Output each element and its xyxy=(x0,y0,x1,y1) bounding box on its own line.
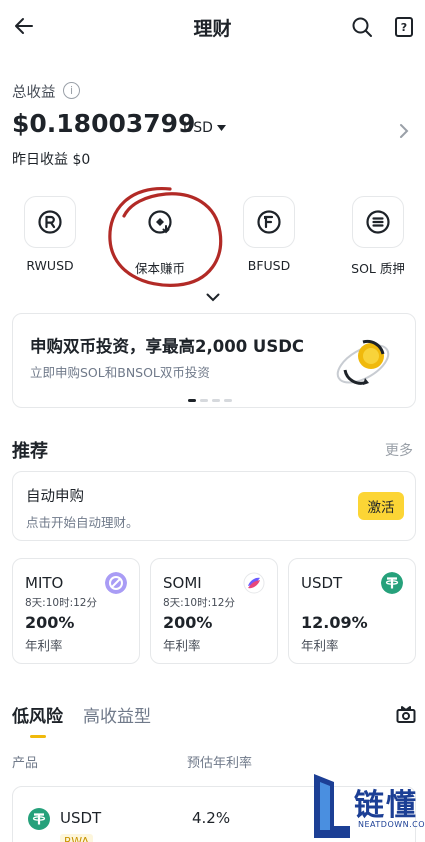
product-name: USDT xyxy=(301,574,343,592)
tab-label: 低风险 xyxy=(12,707,63,727)
dual-coin-icon xyxy=(336,339,390,385)
watermark-brand: 链懂 xyxy=(354,788,418,823)
currency-label: USD xyxy=(183,120,213,136)
auto-subscribe-desc: 点击开始自动理财。 xyxy=(26,515,139,530)
info-icon[interactable]: i xyxy=(63,82,80,99)
row-rate: 4.2% xyxy=(192,809,231,827)
help-doc-icon: ? xyxy=(395,17,413,37)
watermark-logo-icon xyxy=(314,774,350,838)
gift-button[interactable] xyxy=(392,700,420,726)
sol-icon-box xyxy=(352,196,404,248)
search-button[interactable] xyxy=(348,13,376,41)
mito-coin-icon xyxy=(105,572,127,594)
product-rate: 200% xyxy=(163,613,213,632)
promo-banner[interactable]: 申购双币投资，享最高2,000 USDC 立即申购SOL和BNSOL双币投资 xyxy=(12,313,416,408)
tab-active-indicator xyxy=(30,735,46,738)
total-earnings-value: $0.18003799 xyxy=(12,109,196,138)
product-rate: 12.09% xyxy=(301,613,368,632)
somi-coin-icon xyxy=(243,572,265,594)
bfusd-icon-box xyxy=(243,196,295,248)
quick-action-label: SOL 质押 xyxy=(351,261,405,276)
sol-staking-icon xyxy=(366,210,390,234)
yesterday-earnings: 昨日收益 $0 xyxy=(12,152,91,168)
product-rate-label: 年利率 xyxy=(25,638,63,653)
red-circle-annotation xyxy=(108,187,223,287)
column-product: 产品 xyxy=(12,756,39,771)
more-link[interactable]: 更多 xyxy=(385,440,413,460)
row-product-name: USDT xyxy=(60,809,102,827)
usdt-coin-icon xyxy=(28,808,50,830)
product-name: SOMI xyxy=(163,574,202,592)
chevron-down-icon xyxy=(206,293,220,301)
carousel-indicator xyxy=(188,399,232,402)
product-countdown: 8天:10时:12分 xyxy=(163,597,235,609)
auto-subscribe-title: 自动申购 xyxy=(26,489,84,505)
product-card-somi[interactable]: SOMI 8天:10时:12分 200% 年利率 xyxy=(150,558,278,664)
product-rate-label: 年利率 xyxy=(301,638,339,653)
search-icon xyxy=(352,17,372,37)
product-card-usdt[interactable]: USDT 12.09% 年利率 xyxy=(288,558,416,664)
activate-button[interactable]: 激活 xyxy=(358,492,404,520)
carousel-dot xyxy=(224,399,232,402)
rwusd-icon-box xyxy=(24,196,76,248)
total-earnings-label: 总收益 xyxy=(12,85,56,101)
product-countdown: 8天:10时:12分 xyxy=(25,597,97,609)
recommend-title: 推荐 xyxy=(12,441,48,462)
quick-action-bfusd[interactable]: BFUSD xyxy=(229,196,309,273)
currency-selector[interactable]: USD xyxy=(183,120,226,136)
watermark: 链懂 NEATDOWN.COM xyxy=(308,770,425,842)
product-name: MITO xyxy=(25,574,64,592)
quick-action-label: RWUSD xyxy=(26,258,74,273)
summary-detail-button[interactable] xyxy=(394,120,414,142)
tab-high-yield[interactable]: 高收益型 xyxy=(83,702,151,727)
product-rate-label: 年利率 xyxy=(163,638,201,653)
banner-subtitle: 立即申购SOL和BNSOL双币投资 xyxy=(30,365,210,380)
row-rwa-tag: RWA xyxy=(60,834,93,842)
chevron-right-icon xyxy=(400,124,409,138)
tab-low-risk[interactable]: 低风险 xyxy=(12,702,63,738)
carousel-dot xyxy=(200,399,208,402)
quick-action-label: BFUSD xyxy=(247,258,291,273)
product-rate: 200% xyxy=(25,613,75,632)
product-card-mito[interactable]: MITO 8天:10时:12分 200% 年利率 xyxy=(12,558,140,664)
bfusd-icon xyxy=(257,210,281,234)
quick-action-rwusd[interactable]: RWUSD xyxy=(10,196,90,273)
carousel-dot-active xyxy=(188,399,196,402)
rwusd-icon xyxy=(38,210,62,234)
banner-title: 申购双币投资，享最高2,000 USDC xyxy=(30,337,305,356)
column-estimated-apr: 预估年利率 xyxy=(187,756,253,771)
usdt-coin-icon xyxy=(381,572,403,594)
gift-box-icon xyxy=(396,706,416,723)
auto-subscribe-card[interactable]: 自动申购 点击开始自动理财。 激活 xyxy=(12,471,416,541)
carousel-dot xyxy=(212,399,220,402)
expand-actions-button[interactable] xyxy=(202,288,224,306)
caret-down-icon xyxy=(216,125,226,131)
quick-action-sol-staking[interactable]: SOL 质押 xyxy=(338,196,418,277)
svg-text:?: ? xyxy=(401,21,407,34)
help-button[interactable]: ? xyxy=(390,13,418,41)
watermark-site: NEATDOWN.COM xyxy=(358,820,425,829)
